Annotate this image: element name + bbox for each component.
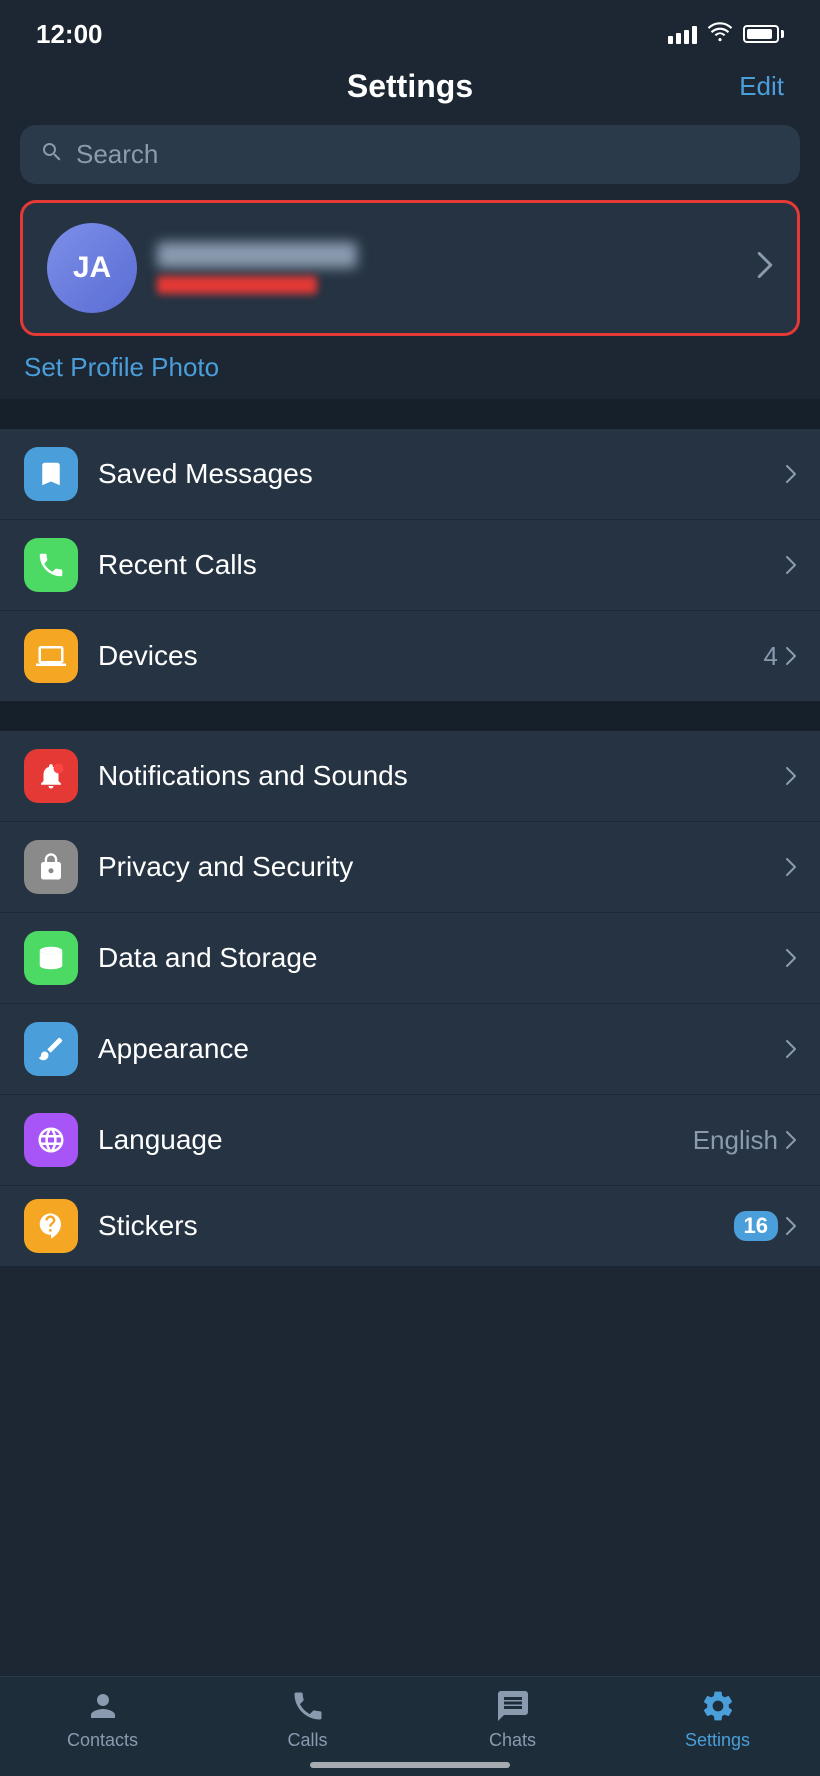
language-value: English (693, 1125, 796, 1156)
profile-name (157, 242, 357, 268)
privacy-label: Privacy and Security (98, 851, 766, 883)
stickers-label: Stickers (98, 1210, 714, 1242)
devices-count: 4 (764, 641, 796, 672)
section-divider-1 (0, 399, 820, 429)
calls-tab-label: Calls (287, 1730, 327, 1751)
search-icon (40, 140, 64, 170)
page-title: Settings (96, 68, 724, 105)
language-label: Language (98, 1124, 673, 1156)
wifi-icon (707, 22, 733, 47)
settings-item-notifications[interactable]: Notifications and Sounds (0, 731, 820, 822)
tab-calls[interactable]: Calls (205, 1687, 410, 1751)
stickers-icon (24, 1199, 78, 1253)
settings-item-recent-calls[interactable]: Recent Calls (0, 520, 820, 611)
search-placeholder: Search (76, 139, 158, 170)
profile-phone (157, 276, 317, 294)
status-bar: 12:00 (0, 0, 820, 60)
edit-button[interactable]: Edit (724, 71, 784, 102)
recent-calls-chevron (786, 556, 796, 574)
avatar: JA (47, 223, 137, 313)
search-container: Search (0, 125, 820, 200)
chats-tab-label: Chats (489, 1730, 536, 1751)
saved-messages-icon (24, 447, 78, 501)
appearance-label: Appearance (98, 1033, 766, 1065)
settings-item-stickers[interactable]: Stickers 16 (0, 1186, 820, 1266)
settings-item-devices[interactable]: Devices 4 (0, 611, 820, 701)
settings-section-2: Notifications and Sounds Privacy and Sec… (0, 731, 820, 1266)
settings-item-saved-messages[interactable]: Saved Messages (0, 429, 820, 520)
data-storage-icon (24, 931, 78, 985)
settings-item-language[interactable]: Language English (0, 1095, 820, 1186)
tab-contacts[interactable]: Contacts (0, 1687, 205, 1751)
contacts-tab-label: Contacts (67, 1730, 138, 1751)
language-icon (24, 1113, 78, 1167)
stickers-badge: 16 (734, 1211, 796, 1241)
settings-tab-label: Settings (685, 1730, 750, 1751)
tab-bar: Contacts Calls Chats Settings (0, 1676, 820, 1776)
profile-chevron-icon (757, 252, 773, 285)
recent-calls-label: Recent Calls (98, 549, 766, 581)
home-indicator (0, 1762, 820, 1768)
home-bar (310, 1762, 510, 1768)
settings-item-appearance[interactable]: Appearance (0, 1004, 820, 1095)
saved-messages-label: Saved Messages (98, 458, 766, 490)
set-profile-photo-button[interactable]: Set Profile Photo (0, 336, 820, 399)
privacy-icon (24, 840, 78, 894)
devices-label: Devices (98, 640, 744, 672)
settings-item-privacy[interactable]: Privacy and Security (0, 822, 820, 913)
appearance-icon (24, 1022, 78, 1076)
notifications-chevron (786, 767, 796, 785)
contacts-tab-icon (84, 1687, 122, 1725)
profile-info-left: JA (47, 223, 357, 313)
saved-messages-chevron (786, 465, 796, 483)
calls-tab-icon (289, 1687, 327, 1725)
recent-calls-icon (24, 538, 78, 592)
profile-card[interactable]: JA (20, 200, 800, 336)
settings-section-1: Saved Messages Recent Calls (0, 429, 820, 701)
nav-header: Settings Edit (0, 60, 820, 125)
section-divider-2 (0, 701, 820, 731)
data-storage-label: Data and Storage (98, 942, 766, 974)
status-icons (668, 22, 784, 47)
status-time: 12:00 (36, 19, 103, 50)
tab-settings[interactable]: Settings (615, 1687, 820, 1751)
data-storage-chevron (786, 949, 796, 967)
signal-icon (668, 24, 697, 44)
battery-icon (743, 25, 784, 43)
search-bar[interactable]: Search (20, 125, 800, 184)
privacy-chevron (786, 858, 796, 876)
notifications-icon (24, 749, 78, 803)
tab-chats[interactable]: Chats (410, 1687, 615, 1751)
chats-tab-icon (494, 1687, 532, 1725)
settings-item-data-storage[interactable]: Data and Storage (0, 913, 820, 1004)
profile-details (157, 242, 357, 294)
appearance-chevron (786, 1040, 796, 1058)
notifications-label: Notifications and Sounds (98, 760, 766, 792)
devices-icon (24, 629, 78, 683)
settings-tab-icon (699, 1687, 737, 1725)
